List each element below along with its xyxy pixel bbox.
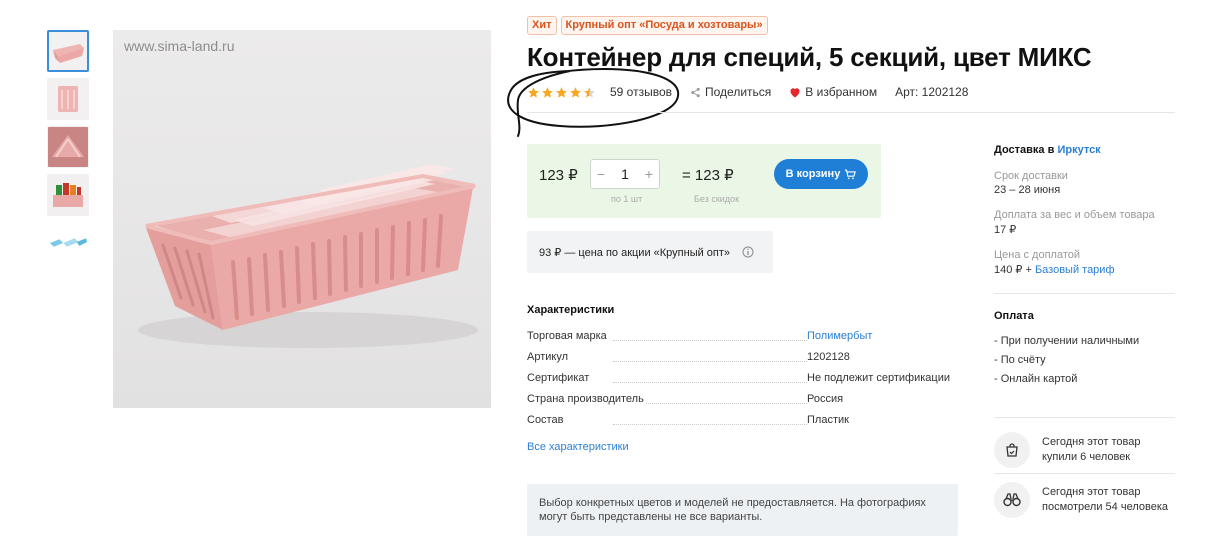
char-key: Состав bbox=[527, 414, 566, 426]
star-icon bbox=[556, 86, 567, 98]
favorite-label: В избранном bbox=[805, 85, 878, 99]
char-value: Пластик bbox=[807, 414, 849, 426]
thumbnail-1[interactable] bbox=[47, 30, 89, 72]
per-unit-label: по 1 шт bbox=[611, 194, 643, 204]
char-row: Страна производитель Россия bbox=[527, 393, 957, 414]
promo-text: 93 ₽ — цена по акции «Крупный опт» bbox=[539, 246, 731, 259]
city-link[interactable]: Иркутск bbox=[1057, 144, 1100, 156]
promo-price: 93 ₽ — цена по акции «Крупный опт» bbox=[527, 231, 773, 273]
char-value: Россия bbox=[807, 393, 844, 405]
badge-hit[interactable]: Хит bbox=[527, 16, 557, 35]
divider bbox=[994, 473, 1175, 474]
color-notice: Выбор конкретных цветов и моделей не пре… bbox=[527, 484, 958, 536]
delivery-section: Доставка в Иркутск Срок доставки 23 – 28… bbox=[994, 144, 1175, 276]
reviews-link[interactable]: 59 отзывов bbox=[610, 85, 672, 99]
heart-icon bbox=[790, 87, 800, 97]
viewed-line-1: Сегодня этот товар bbox=[1042, 486, 1141, 498]
add-to-cart-button[interactable]: В корзину bbox=[774, 159, 868, 189]
star-icon bbox=[528, 86, 539, 98]
unit-price: 123 ₽ bbox=[539, 167, 578, 184]
divider bbox=[994, 417, 1175, 418]
shopping-bag-icon bbox=[994, 432, 1030, 468]
quantity-stepper[interactable]: − 1 + bbox=[590, 159, 660, 189]
product-meta: 59 отзывов Поделиться В избранном Арт: 1… bbox=[527, 85, 986, 99]
tariff-link[interactable]: Базовый тариф bbox=[1035, 264, 1115, 276]
star-icon bbox=[542, 86, 553, 98]
badge-wholesale[interactable]: Крупный опт «Посуда и хозтовары» bbox=[560, 16, 768, 35]
share-label: Поделиться bbox=[705, 85, 772, 99]
delivery-title: Доставка в Иркутск bbox=[994, 144, 1175, 156]
bought-line-1: Сегодня этот товар bbox=[1042, 436, 1141, 448]
extra-label: Доплата за вес и объем товара bbox=[994, 209, 1155, 221]
buy-panel: 123 ₽ − 1 + по 1 шт = 123 ₽ Без скидок В… bbox=[527, 144, 881, 218]
char-row: Сертификат Не подлежит сертификации bbox=[527, 372, 957, 393]
total-price: = 123 ₽ bbox=[682, 167, 734, 184]
price-with-extra-label: Цена с доплатой bbox=[994, 249, 1081, 261]
extra-value: 17 ₽ bbox=[994, 224, 1017, 236]
hand-drawn-circle bbox=[507, 68, 680, 137]
viewed-line-2: посмотрели 54 человека bbox=[1042, 501, 1168, 513]
payment-title: Оплата bbox=[994, 310, 1034, 322]
add-to-cart-label: В корзину bbox=[785, 168, 841, 180]
thumbnail-2[interactable] bbox=[47, 78, 89, 120]
thumbnail-4[interactable] bbox=[47, 174, 89, 216]
thumbnail-3[interactable] bbox=[47, 126, 89, 168]
payment-item: - Онлайн картой bbox=[994, 373, 1078, 385]
product-title: Контейнер для специй, 5 секций, цвет МИК… bbox=[527, 42, 1092, 72]
info-icon[interactable] bbox=[742, 246, 754, 258]
article-number: Арт: 1202128 bbox=[895, 85, 969, 99]
cart-icon bbox=[845, 169, 857, 179]
viewed-today-stat: Сегодня этот товар посмотрели 54 человек… bbox=[994, 482, 1168, 518]
badges: Хит Крупный опт «Посуда и хозтовары» bbox=[527, 16, 768, 35]
divider bbox=[994, 293, 1175, 294]
product-main-image[interactable]: www.sima-land.ru bbox=[113, 30, 491, 408]
delivery-title-prefix: Доставка в bbox=[994, 144, 1055, 156]
char-row: Состав Пластик bbox=[527, 414, 957, 435]
all-characteristics-link[interactable]: Все характеристики bbox=[527, 441, 629, 453]
share-icon bbox=[691, 87, 700, 97]
star-half-icon bbox=[584, 86, 595, 98]
bought-line-2: купили 6 человек bbox=[1042, 451, 1131, 463]
binoculars-icon bbox=[994, 482, 1030, 518]
price-with-extra-value: 140 ₽ + Базовый тариф bbox=[994, 263, 1175, 276]
char-key: Торговая марка bbox=[527, 330, 609, 342]
char-value: 1202128 bbox=[807, 351, 850, 363]
payment-item: - По счёту bbox=[994, 354, 1046, 366]
char-key: Артикул bbox=[527, 351, 571, 363]
favorite-button[interactable]: В избранном bbox=[789, 85, 877, 99]
char-key: Страна производитель bbox=[527, 393, 646, 405]
share-button[interactable]: Поделиться bbox=[690, 85, 771, 99]
rating-stars[interactable] bbox=[527, 86, 596, 99]
char-row: Торговая марка Полимербыт bbox=[527, 330, 957, 351]
thumbnail-5[interactable] bbox=[47, 222, 89, 264]
char-key: Сертификат bbox=[527, 372, 592, 384]
product-photo bbox=[138, 164, 478, 348]
star-icon bbox=[570, 86, 581, 98]
payment-item: - При получении наличными bbox=[994, 335, 1140, 347]
term-label: Срок доставки bbox=[994, 170, 1068, 182]
char-value-link[interactable]: Полимербыт bbox=[807, 330, 872, 342]
increase-button[interactable]: + bbox=[644, 166, 654, 182]
decrease-button[interactable]: − bbox=[596, 166, 606, 182]
bought-today-stat: Сегодня этот товар купили 6 человек bbox=[994, 432, 1140, 468]
price-with-extra-amount: 140 ₽ + bbox=[994, 264, 1032, 276]
characteristics-list: Торговая марка Полимербыт Артикул 120212… bbox=[527, 330, 957, 435]
characteristics-title: Характеристики bbox=[527, 304, 615, 316]
char-row: Артикул 1202128 bbox=[527, 351, 957, 372]
term-value: 23 – 28 июня bbox=[994, 184, 1061, 196]
char-value: Не подлежит сертификации bbox=[807, 372, 951, 384]
divider bbox=[527, 112, 1175, 113]
thumbnail-gallery bbox=[47, 30, 89, 270]
payment-section: Оплата - При получении наличными - По сч… bbox=[994, 310, 1175, 385]
quantity-value[interactable]: 1 bbox=[621, 166, 629, 182]
no-discount-label: Без скидок bbox=[694, 194, 739, 204]
